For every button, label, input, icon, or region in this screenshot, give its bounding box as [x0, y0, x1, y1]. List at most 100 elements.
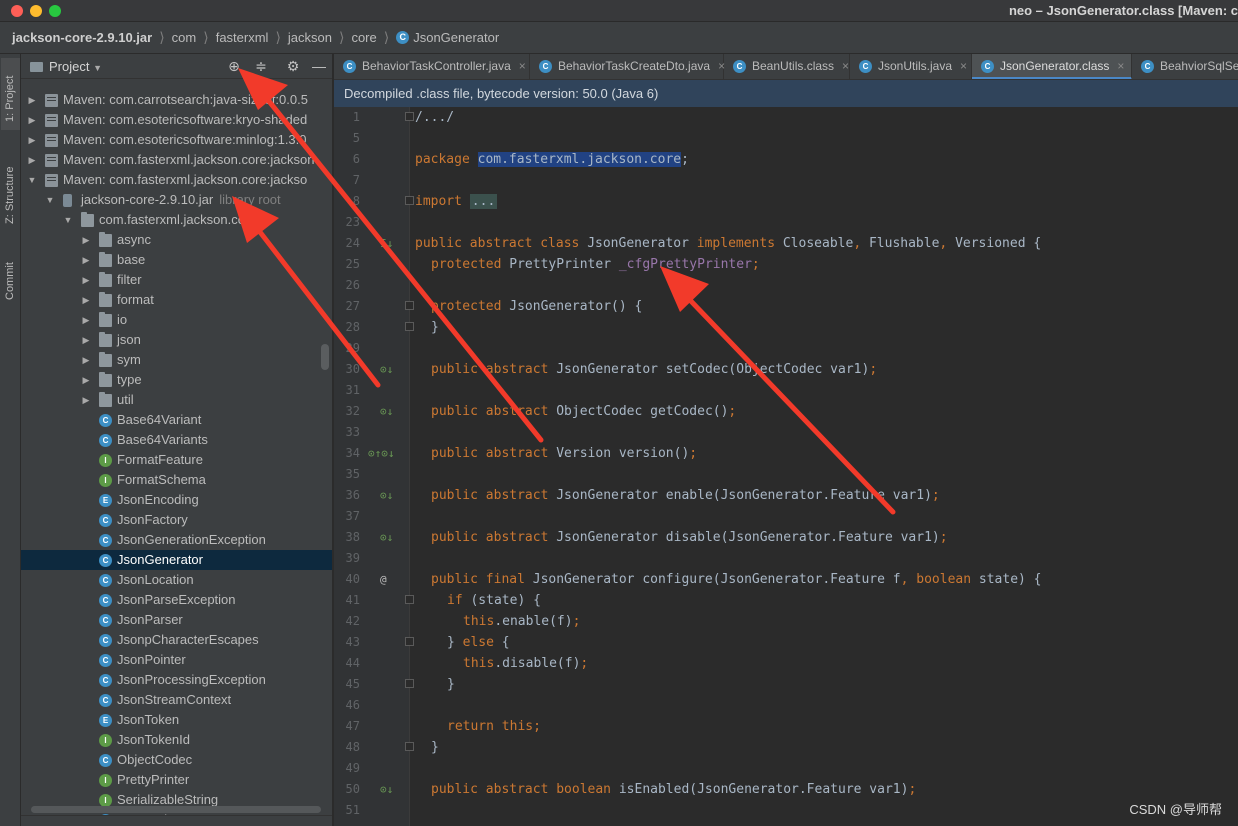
chevron-right-icon[interactable]: ▶	[27, 150, 37, 170]
zoom-window-button[interactable]	[49, 5, 61, 17]
tree-item[interactable]: ▶ filter	[21, 270, 332, 290]
editor-tab[interactable]: BeahviorSqlSe	[1132, 54, 1238, 79]
tree-item[interactable]: FormatSchema	[21, 470, 332, 490]
project-view-selector[interactable]: Project ▼	[30, 59, 102, 74]
tree-item[interactable]: JsonGenerator	[21, 550, 332, 570]
override-marker-icon[interactable]: ⊙↑⊙↓	[368, 443, 395, 464]
override-marker-icon[interactable]: I↓	[380, 233, 393, 254]
tree-item[interactable]: JsonPointer	[21, 650, 332, 670]
override-marker-icon[interactable]: ⊙↓	[380, 779, 393, 800]
code-text: return this;	[447, 716, 541, 737]
tree-item[interactable]: ▶ io	[21, 310, 332, 330]
tree-item[interactable]: ▼ jackson-core-2.9.10.jar library root	[21, 190, 332, 210]
tree-item[interactable]: Base64Variants	[21, 430, 332, 450]
breadcrumb-core[interactable]: core	[351, 30, 376, 45]
chevron-right-icon[interactable]: ▶	[81, 350, 91, 370]
tree-item[interactable]: Base64Variant	[21, 410, 332, 430]
tree-item-text: ObjectCodec	[117, 750, 192, 770]
tree-item[interactable]: JsonStreamContext	[21, 690, 332, 710]
tree-item[interactable]: JsonParser	[21, 610, 332, 630]
tree-item[interactable]: JsonEncoding	[21, 490, 332, 510]
chevron-right-icon[interactable]: ▶	[27, 130, 37, 150]
fold-icon[interactable]	[405, 112, 414, 121]
tree-item[interactable]: JsonProcessingException	[21, 670, 332, 690]
tree-item[interactable]: ▶ async	[21, 230, 332, 250]
tab-commit-tool[interactable]: Commit	[1, 242, 20, 302]
hide-icon[interactable]: —	[311, 58, 327, 74]
override-marker-icon[interactable]: ⊙↓	[380, 485, 393, 506]
tree-item[interactable]: ▼ com.fasterxml.jackson.core	[21, 210, 332, 230]
chevron-right-icon[interactable]: ▶	[81, 250, 91, 270]
library-icon	[45, 114, 58, 127]
tree-item[interactable]: JsonGenerationException	[21, 530, 332, 550]
fold-icon[interactable]	[405, 301, 414, 310]
breadcrumb-jar[interactable]: jackson-core-2.9.10.jar	[12, 30, 152, 45]
tree-item[interactable]: ObjectCodec	[21, 750, 332, 770]
breadcrumb-jackson[interactable]: jackson	[288, 30, 332, 45]
override-marker-icon[interactable]: ⊙↓	[380, 359, 393, 380]
vertical-scrollbar[interactable]	[321, 344, 329, 370]
editor-tab[interactable]: BeanUtils.class ×	[724, 54, 850, 79]
editor-tab[interactable]: JsonUtils.java ×	[850, 54, 972, 79]
fold-icon[interactable]	[405, 196, 414, 205]
fold-icon[interactable]	[405, 679, 414, 688]
gear-icon[interactable]: ⚙	[285, 58, 301, 74]
tree-item[interactable]: FormatFeature	[21, 450, 332, 470]
override-marker-icon[interactable]: ⊙↓	[380, 527, 393, 548]
tree-item[interactable]: ▶ Maven: com.esotericsoftware:minlog:1.3.…	[21, 130, 332, 150]
editor-tab[interactable]: BehaviorTaskController.java ×	[334, 54, 530, 79]
chevron-right-icon[interactable]: ▶	[81, 230, 91, 250]
override-marker-icon[interactable]: ⊙↓	[380, 401, 393, 422]
tree-item[interactable]: ▶ type	[21, 370, 332, 390]
close-icon[interactable]: ×	[1117, 59, 1124, 73]
tree-item[interactable]: ▶ Maven: com.esotericsoftware:kryo-shaded	[21, 110, 332, 130]
chevron-right-icon[interactable]: ▶	[81, 390, 91, 410]
tree-item[interactable]: JsonpCharacterEscapes	[21, 630, 332, 650]
tree-item[interactable]: ▶ sym	[21, 350, 332, 370]
close-icon[interactable]: ×	[842, 59, 849, 73]
chevron-right-icon[interactable]: ▶	[81, 270, 91, 290]
fold-icon[interactable]	[405, 322, 414, 331]
chevron-down-icon[interactable]: ▼	[45, 190, 55, 210]
tree-item[interactable]: JsonLocation	[21, 570, 332, 590]
fold-icon[interactable]	[405, 595, 414, 604]
editor-tab[interactable]: BehaviorTaskCreateDto.java×	[530, 54, 725, 79]
code-editor[interactable]: 1 /.../ 5 6 package com.fasterxml.jackson.co…	[334, 107, 1238, 826]
tree-item[interactable]: PrettyPrinter	[21, 770, 332, 790]
chevron-right-icon[interactable]: ▶	[81, 310, 91, 330]
locate-icon[interactable]: ⊕	[226, 58, 242, 74]
chevron-right-icon[interactable]: ▶	[27, 110, 37, 130]
fold-icon[interactable]	[405, 637, 414, 646]
collapse-all-icon[interactable]: ≑	[253, 58, 269, 74]
close-window-button[interactable]	[11, 5, 23, 17]
tree-item[interactable]: ▶ Maven: com.fasterxml.jackson.core:jacks…	[21, 150, 332, 170]
tree-item[interactable]: JsonToken	[21, 710, 332, 730]
tree-item[interactable]: ▶ format	[21, 290, 332, 310]
minimize-window-button[interactable]	[30, 5, 42, 17]
chevron-right-icon[interactable]: ▶	[81, 330, 91, 350]
chevron-right-icon[interactable]: ▶	[27, 90, 37, 110]
tree-item[interactable]: ▶ util	[21, 390, 332, 410]
tree-item[interactable]: ▶ json	[21, 330, 332, 350]
chevron-right-icon[interactable]: ▶	[81, 290, 91, 310]
tree-item[interactable]: ▶ base	[21, 250, 332, 270]
chevron-down-icon[interactable]: ▼	[63, 210, 73, 230]
breadcrumb-class[interactable]: JsonGenerator	[413, 30, 499, 45]
tab-structure-tool[interactable]: Z: Structure	[1, 146, 20, 226]
tree-item[interactable]: JsonParseException	[21, 590, 332, 610]
tree-item[interactable]: JsonTokenId	[21, 730, 332, 750]
horizontal-scrollbar[interactable]	[31, 806, 321, 813]
tab-project-tool[interactable]: 1: Project	[1, 58, 20, 130]
override-marker-icon[interactable]: @	[380, 569, 387, 590]
tree-item[interactable]: ▶ Maven: com.carrotsearch:java-sizeof:0.0…	[21, 90, 332, 110]
chevron-right-icon[interactable]: ▶	[81, 370, 91, 390]
breadcrumb-fasterxml[interactable]: fasterxml	[216, 30, 269, 45]
tree-item[interactable]: ▼ Maven: com.fasterxml.jackson.core:jacks…	[21, 170, 332, 190]
tree-item[interactable]: JsonFactory	[21, 510, 332, 530]
chevron-down-icon[interactable]: ▼	[27, 170, 37, 190]
close-icon[interactable]: ×	[960, 59, 967, 73]
fold-icon[interactable]	[405, 742, 414, 751]
editor-tab[interactable]: JsonGenerator.class ×	[972, 54, 1132, 79]
close-icon[interactable]: ×	[519, 59, 526, 73]
breadcrumb-com[interactable]: com	[172, 30, 197, 45]
